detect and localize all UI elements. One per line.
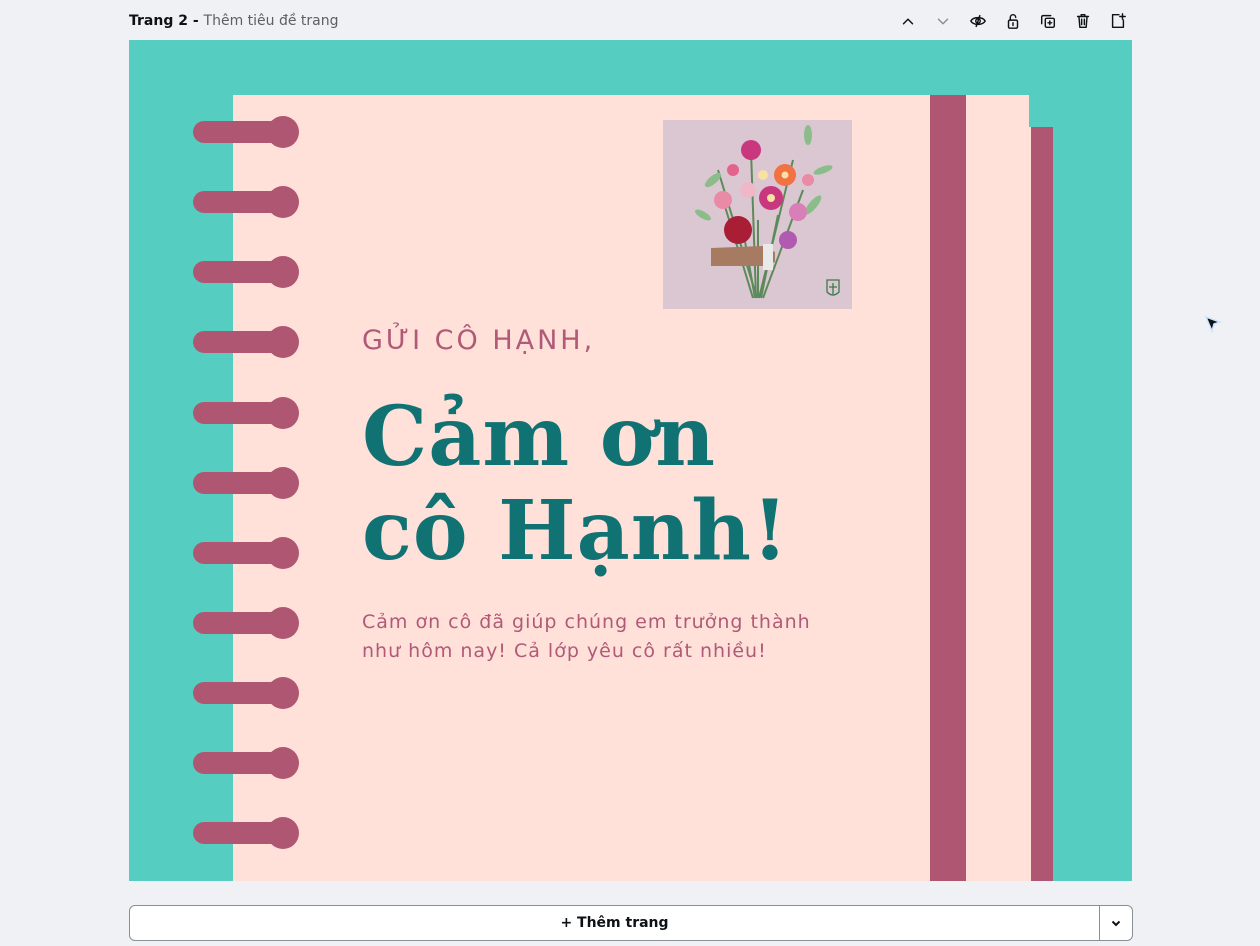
move-up-button[interactable] xyxy=(895,9,920,34)
spiral-ring xyxy=(193,817,299,849)
chevron-up-icon xyxy=(902,18,913,25)
duplicate-icon xyxy=(1040,14,1055,29)
add-page-dropdown-button[interactable] xyxy=(1099,906,1132,940)
spiral-ring xyxy=(193,747,299,779)
move-down-button[interactable] xyxy=(930,9,955,34)
flower-bouquet-illustration[interactable] xyxy=(663,120,852,309)
lock-page-button[interactable] xyxy=(1000,9,1025,34)
headline-line-1: Cảm ơn xyxy=(362,389,717,485)
message-line-1: Cảm ơn cô đã giúp chúng em trưởng thành xyxy=(362,611,811,633)
page-toolbar xyxy=(895,9,1132,34)
spiral-ring xyxy=(193,467,299,499)
spiral-ring xyxy=(193,116,299,148)
mouse-cursor-icon xyxy=(1204,315,1223,334)
hide-page-button[interactable] xyxy=(965,9,990,34)
spiral-ring xyxy=(193,186,299,218)
chevron-down-icon xyxy=(937,18,948,25)
trash-icon xyxy=(1076,13,1089,29)
spiral-ring xyxy=(193,607,299,639)
add-page-icon xyxy=(1111,13,1126,29)
add-page-after-button[interactable] xyxy=(1105,9,1130,34)
spiral-ring xyxy=(193,537,299,569)
page-title-placeholder[interactable]: Thêm tiêu đề trang xyxy=(204,13,339,29)
eye-slash-icon xyxy=(969,14,986,28)
add-page-button[interactable]: + Thêm trang xyxy=(130,906,1099,940)
page-header: Trang 2 - Thêm tiêu đề trang xyxy=(129,0,1132,42)
notebook-stripe xyxy=(930,95,966,881)
greeting-text[interactable]: GỬI CÔ HẠNH, xyxy=(362,325,595,356)
spiral-ring xyxy=(193,397,299,429)
message-line-2: như hôm nay! Cả lớp yêu cô rất nhiều! xyxy=(362,640,767,662)
spiral-ring xyxy=(193,256,299,288)
message-text[interactable]: Cảm ơn cô đã giúp chúng em trưởng thành … xyxy=(362,608,822,666)
chevron-down-icon xyxy=(1111,920,1121,927)
headline-text[interactable]: Cảm ơn cô Hạnh! xyxy=(362,390,882,578)
lock-icon xyxy=(1007,14,1018,29)
design-canvas[interactable]: GỬI CÔ HẠNH, Cảm ơn cô Hạnh! Cảm ơn cô đ… xyxy=(129,40,1132,881)
spiral-ring xyxy=(193,326,299,358)
page-title[interactable]: Trang 2 - Thêm tiêu đề trang xyxy=(129,13,339,29)
delete-page-button[interactable] xyxy=(1070,9,1095,34)
headline-line-2: cô Hạnh! xyxy=(362,483,790,579)
duplicate-page-button[interactable] xyxy=(1035,9,1060,34)
spiral-ring xyxy=(193,677,299,709)
add-page-bar: + Thêm trang xyxy=(129,905,1133,941)
page-number: Trang 2 - xyxy=(129,13,204,29)
